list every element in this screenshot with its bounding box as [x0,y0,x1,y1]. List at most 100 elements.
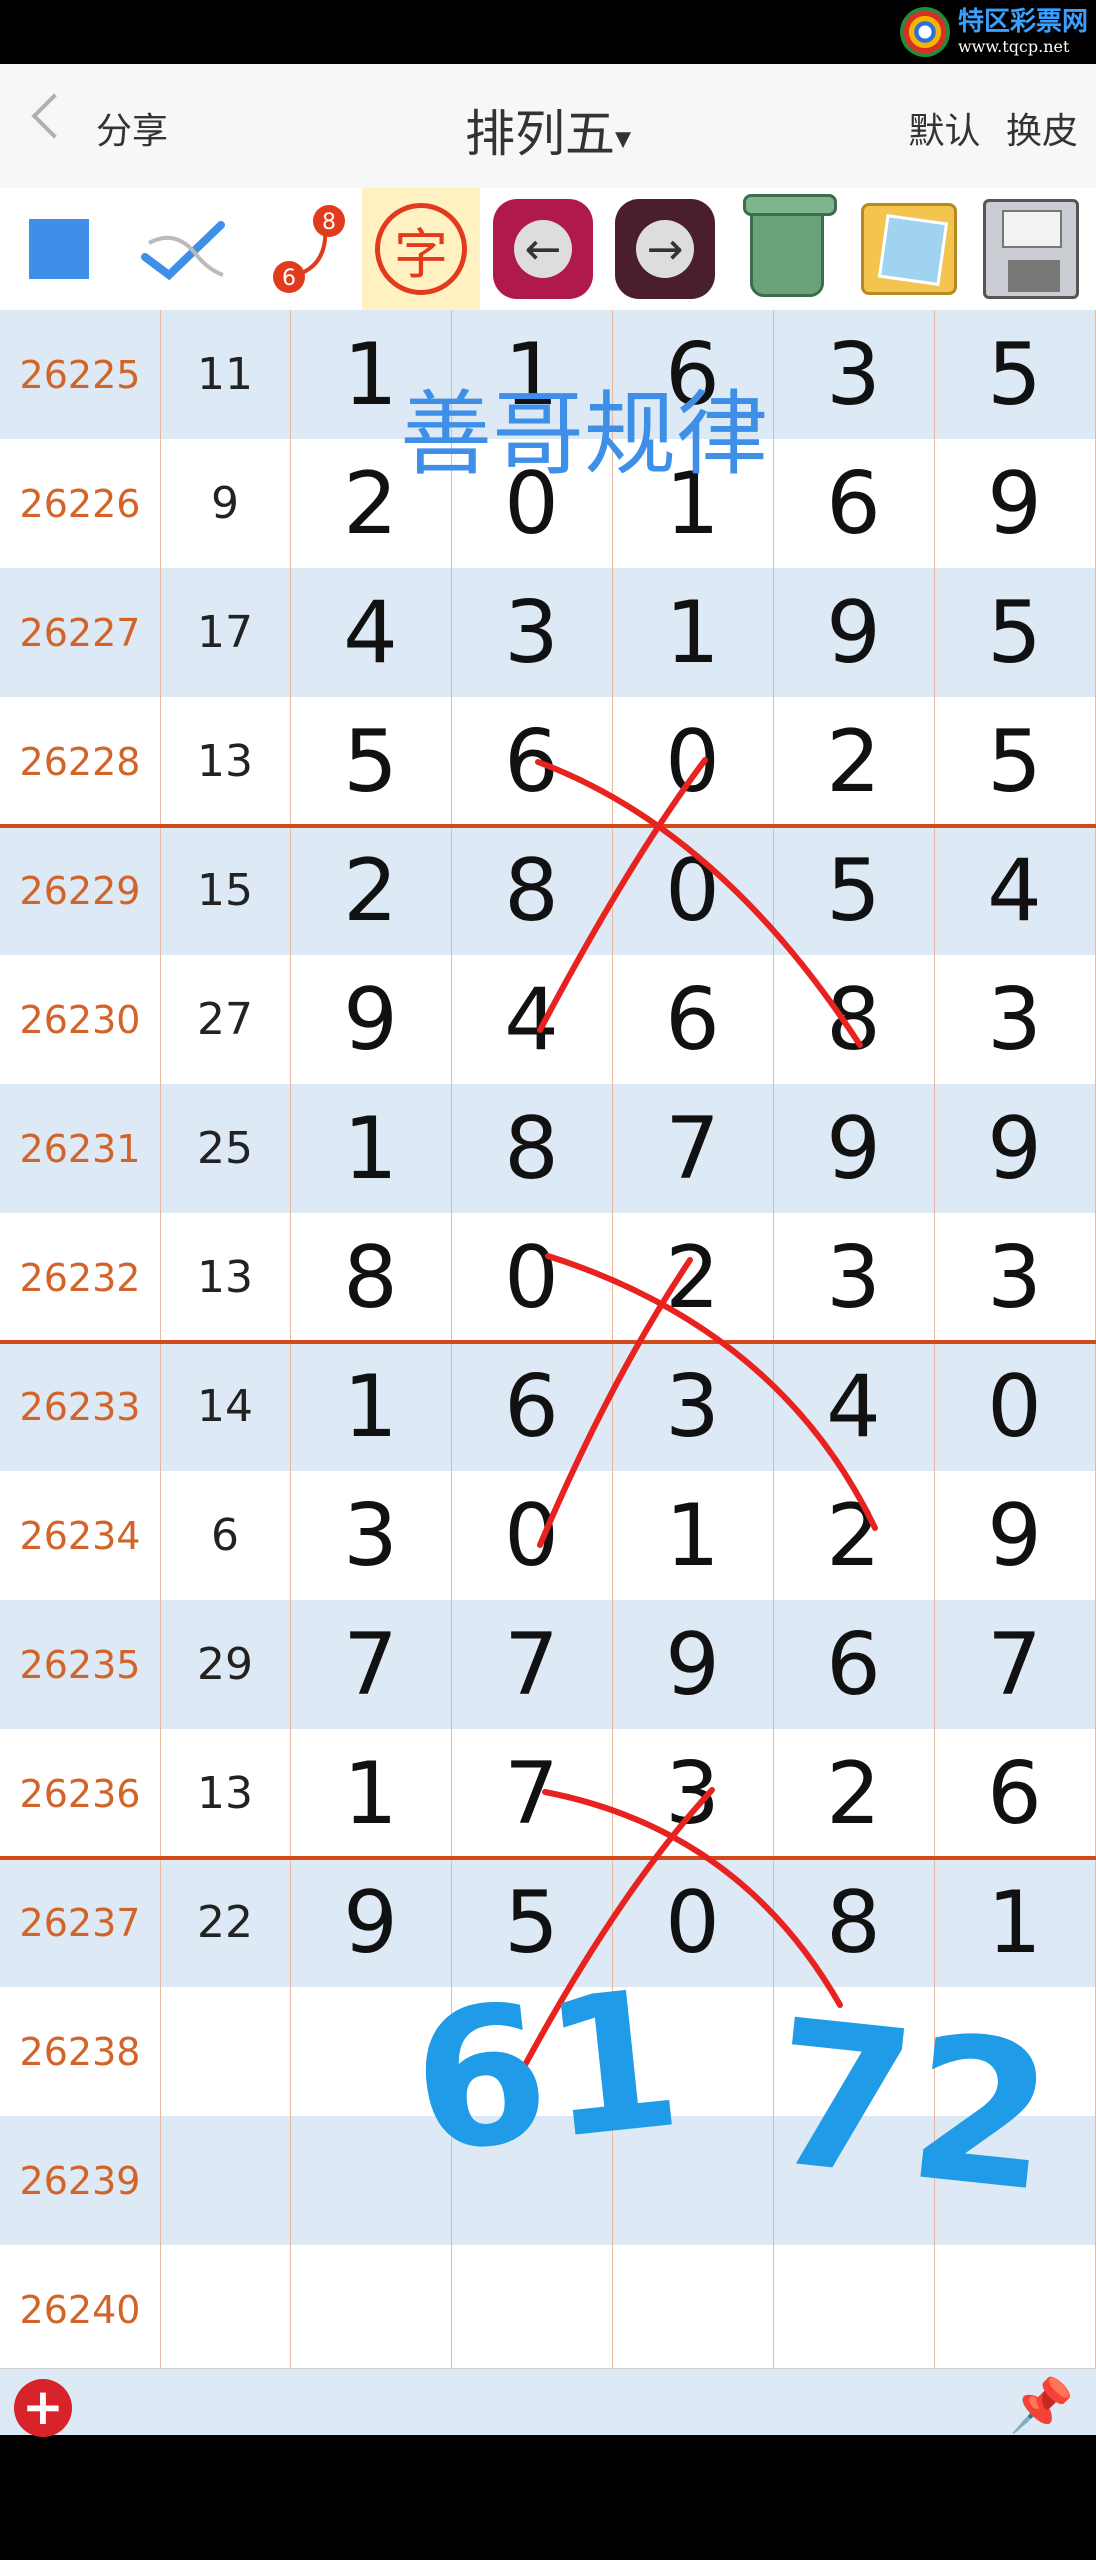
digit-cell[interactable]: 2 [612,1213,773,1342]
digit-cell[interactable]: 8 [290,1213,451,1342]
pen-tool-button[interactable] [124,188,242,310]
digit-cell[interactable] [773,2245,934,2374]
undo-button[interactable]: ← [484,188,602,310]
digit-cell[interactable]: 9 [934,1084,1095,1213]
digit-cell[interactable]: 2 [773,697,934,826]
digit-cell[interactable] [612,2116,773,2245]
digit-cell[interactable]: 8 [451,1084,612,1213]
digit-cell[interactable]: 2 [773,1471,934,1600]
digit-cell[interactable]: 3 [773,1213,934,1342]
digit-cell[interactable]: 6 [451,697,612,826]
digit-cell[interactable] [773,2116,934,2245]
digit-cell[interactable]: 0 [451,439,612,568]
digit-cell[interactable]: 3 [290,1471,451,1600]
pin-icon[interactable]: 📌 [1009,2375,1074,2436]
digit-cell[interactable]: 1 [290,1342,451,1471]
digit-cell[interactable]: 9 [290,955,451,1084]
digit-cell[interactable]: 8 [773,955,934,1084]
digit-cell[interactable] [612,1987,773,2116]
digit-cell[interactable]: 9 [290,1858,451,1987]
digit-cell[interactable]: 7 [451,1729,612,1858]
share-button[interactable]: 分享 [96,102,168,154]
digit-cell[interactable] [934,1987,1095,2116]
digit-cell[interactable]: 6 [451,1342,612,1471]
digit-cell[interactable]: 9 [773,568,934,697]
digit-cell[interactable]: 1 [290,310,451,439]
digit-cell[interactable]: 0 [612,1858,773,1987]
digit-cell[interactable]: 9 [773,1084,934,1213]
digit-cell[interactable] [451,1987,612,2116]
digit-cell[interactable]: 6 [773,439,934,568]
sum-value: 25 [197,1123,253,1174]
digit-cell[interactable]: 9 [612,1600,773,1729]
digit-cell[interactable]: 9 [934,439,1095,568]
skin-button[interactable]: 换皮 [1006,111,1078,152]
digit-cell[interactable]: 1 [612,1471,773,1600]
digit-cell[interactable]: 3 [451,568,612,697]
digit-cell[interactable] [290,2245,451,2374]
digit-cell[interactable] [451,2245,612,2374]
digit-cell[interactable]: 7 [934,1600,1095,1729]
digit-cell[interactable]: 0 [612,826,773,955]
digit-cell[interactable]: 5 [934,310,1095,439]
digit-cell[interactable]: 4 [773,1342,934,1471]
digit-cell[interactable]: 0 [934,1342,1095,1471]
digit-cell[interactable]: 2 [290,826,451,955]
digit-cell[interactable]: 5 [290,697,451,826]
link-tool-button[interactable]: 6 8 [248,188,366,310]
digit-cell[interactable]: 3 [612,1729,773,1858]
digit-cell[interactable]: 1 [290,1084,451,1213]
digit-cell[interactable] [773,1987,934,2116]
digit-cell[interactable]: 2 [290,439,451,568]
digit-cell[interactable] [290,2116,451,2245]
digit-cell[interactable]: 3 [934,955,1095,1084]
digit-cell[interactable]: 8 [451,826,612,955]
digit-cell[interactable] [290,1987,451,2116]
digit-cell[interactable]: 1 [451,310,612,439]
digit-cell[interactable] [451,2116,612,2245]
digit-cell[interactable]: 0 [612,697,773,826]
digit-cell[interactable]: 7 [451,1600,612,1729]
gallery-button[interactable] [850,188,968,310]
digit-cell[interactable]: 1 [612,439,773,568]
digit-cell[interactable]: 4 [934,826,1095,955]
digit-cell[interactable]: 6 [773,1600,934,1729]
digit-cell[interactable]: 8 [773,1858,934,1987]
digit-cell[interactable]: 1 [290,1729,451,1858]
digit-cell[interactable] [934,2245,1095,2374]
redo-button[interactable]: → [606,188,724,310]
digit-cell[interactable]: 7 [612,1084,773,1213]
digit-cell[interactable]: 3 [934,1213,1095,1342]
dropdown-arrow-icon[interactable]: ▾ [615,119,631,157]
digit-cell[interactable] [934,2116,1095,2245]
digit-cell[interactable]: 6 [612,310,773,439]
digit-cell[interactable]: 5 [451,1858,612,1987]
digit-cell[interactable]: 4 [451,955,612,1084]
digit-cell[interactable]: 5 [934,568,1095,697]
digit-cell[interactable]: 3 [612,1342,773,1471]
add-button[interactable]: + [14,2379,72,2437]
digit-cell[interactable]: 0 [451,1213,612,1342]
digit-cell[interactable]: 0 [451,1471,612,1600]
page-title-text[interactable]: 排列五 [465,105,615,163]
clear-button[interactable] [728,188,846,310]
digit-cell[interactable]: 6 [934,1729,1095,1858]
digit-cell[interactable]: 4 [290,568,451,697]
default-button[interactable]: 默认 [909,111,981,152]
digit-cell[interactable] [612,2245,773,2374]
back-icon[interactable] [31,93,77,139]
color-picker-button[interactable] [0,188,118,310]
digit-cell[interactable]: 5 [934,697,1095,826]
digit-cell[interactable]: 3 [773,310,934,439]
digit-cell[interactable]: 1 [934,1858,1095,1987]
digit-cell[interactable]: 9 [934,1471,1095,1600]
digit-cell[interactable]: 5 [773,826,934,955]
digit-cell[interactable]: 1 [612,568,773,697]
text-tool-button[interactable]: 字 [362,188,480,310]
digit-cell[interactable]: 6 [612,955,773,1084]
save-button[interactable] [972,188,1090,310]
digit-cell[interactable]: 2 [773,1729,934,1858]
column-divider [934,310,935,2368]
digit-cell[interactable]: 7 [290,1600,451,1729]
issue-number: 26236 [19,1771,141,1816]
